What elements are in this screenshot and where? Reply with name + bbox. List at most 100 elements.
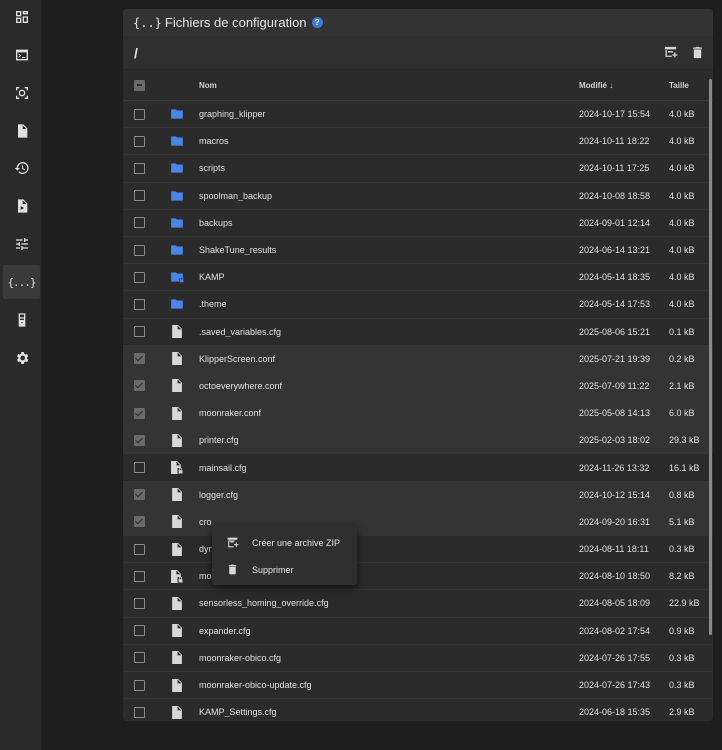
- table-row[interactable]: .theme 2024-05-14 17:53 4.0 kB: [123, 291, 713, 319]
- sidebar-item-gcode-files[interactable]: [3, 114, 40, 148]
- file-name: .theme: [199, 299, 227, 310]
- sidebar-item-webcam[interactable]: [3, 76, 40, 110]
- table-row[interactable]: moonraker-obico-update.cfg 2024-07-26 17:…: [123, 672, 713, 700]
- file-modified: 2025-07-09 11:22: [579, 380, 650, 391]
- file-icon: [155, 705, 199, 719]
- row-checkbox[interactable]: [133, 326, 145, 338]
- row-checkbox[interactable]: [133, 462, 145, 474]
- row-checkbox[interactable]: [133, 135, 145, 147]
- file-size: 22.9 kB: [669, 598, 700, 609]
- file-icon: [155, 488, 199, 502]
- sidebar-item-tune[interactable]: [3, 227, 40, 261]
- file-size: 4.0 kB: [669, 136, 695, 147]
- file-size: 0.9 kB: [669, 625, 695, 636]
- row-checkbox[interactable]: [133, 706, 145, 718]
- file-icon: [155, 352, 199, 366]
- trash-icon[interactable]: [690, 45, 705, 60]
- table-row[interactable]: macros 2024-10-11 18:22 4.0 kB: [123, 128, 713, 156]
- table-row[interactable]: moonraker-obico.cfg 2024-07-26 17:55 0.3 k…: [123, 645, 713, 672]
- file-size: 0.1 kB: [669, 326, 695, 337]
- table-row[interactable]: KAMP_Settings.cfg 2024-06-18 15:35 2.9 kB: [123, 699, 713, 721]
- config-braces-icon: {..}: [133, 15, 162, 30]
- table-row[interactable]: scripts 2024-10-11 17:25 4.0 kB: [123, 155, 713, 183]
- file-name: graphing_klipper: [199, 109, 266, 120]
- table-row[interactable]: expander.cfg 2024-08-02 17:54 0.9 kB: [123, 618, 713, 645]
- file-icon: [155, 406, 199, 420]
- file-name: octoeverywhere.conf: [199, 380, 283, 391]
- sidebar-item-settings[interactable]: [3, 341, 40, 375]
- table-row[interactable]: graphing_klipper 2024-10-17 15:54 4.0 kB: [123, 101, 713, 129]
- sidebar-item-console[interactable]: [3, 38, 40, 72]
- table-row[interactable]: ShakeTune_results 2024-06-14 13:21 4.0 kB: [123, 237, 713, 265]
- row-checkbox[interactable]: [133, 597, 145, 609]
- file-size: 0.2 kB: [669, 353, 695, 364]
- table-row[interactable]: KlipperScreen.conf 2025-07-21 19:39 0.2 kB: [123, 345, 713, 373]
- row-checkbox[interactable]: [133, 570, 145, 582]
- row-checkbox[interactable]: [133, 380, 145, 392]
- archive-plus-icon: [227, 537, 238, 548]
- file-modified: 2024-10-12 15:14: [579, 489, 651, 500]
- table-row[interactable]: spoolman_backup 2024-10-08 18:58 4.0 kB: [123, 183, 713, 210]
- panel-header: {..} Fichiers de configuration ?: [123, 9, 713, 36]
- select-all-checkbox[interactable]: [133, 79, 145, 91]
- row-checkbox[interactable]: [133, 434, 145, 446]
- row-checkbox[interactable]: [133, 108, 145, 120]
- file-icon: [155, 325, 199, 339]
- file-name: spoolman_backup: [199, 190, 273, 201]
- file-modified: 2024-07-26 17:43: [579, 680, 651, 691]
- sidebar-item-dashboard[interactable]: [3, 0, 40, 34]
- create-zip-item[interactable]: Créer une archive ZIP: [212, 529, 357, 556]
- file-modified: 2024-05-14 17:53: [579, 299, 651, 310]
- folder-icon: [155, 217, 199, 229]
- row-checkbox[interactable]: [133, 489, 145, 501]
- table-body: graphing_klipper 2024-10-17 15:54 4.0 kB ma…: [123, 101, 713, 721]
- file-icon: [155, 515, 199, 529]
- table-row[interactable]: .saved_variables.cfg 2025-08-06 15:21 0.1 …: [123, 319, 713, 346]
- table-row[interactable]: printer.cfg 2025-02-03 18:02 29.3 kB: [123, 427, 713, 455]
- table-row[interactable]: backups 2024-09-01 12:14 4.0 kB: [123, 210, 713, 237]
- file-size: 29.3 kB: [669, 435, 700, 446]
- sidebar-item-history[interactable]: [3, 151, 40, 185]
- file-name: sensorless_homing_override.cfg: [199, 598, 329, 609]
- file-icon: [155, 624, 199, 638]
- help-icon[interactable]: ?: [311, 17, 323, 28]
- sidebar-item-machine[interactable]: [3, 303, 40, 337]
- trash-icon: [228, 564, 236, 575]
- scrollbar[interactable]: [709, 79, 712, 635]
- gcode-files-icon: [17, 124, 27, 138]
- folder-lock-icon: [155, 271, 199, 283]
- column-name[interactable]: Nom: [199, 81, 579, 90]
- file-size: 4.0 kB: [669, 272, 695, 283]
- row-checkbox[interactable]: [133, 244, 145, 256]
- row-checkbox[interactable]: [133, 190, 145, 202]
- table-row[interactable]: mainsail.cfg 2024-11-26 13:32 16.1 kB: [123, 454, 713, 482]
- row-checkbox[interactable]: [133, 271, 145, 283]
- row-checkbox[interactable]: [133, 407, 145, 419]
- row-checkbox[interactable]: [133, 543, 145, 555]
- file-name: scripts: [199, 163, 226, 174]
- table-row[interactable]: sensorless_homing_override.cfg 2024-08-05…: [123, 590, 713, 618]
- row-checkbox[interactable]: [133, 162, 145, 174]
- row-checkbox[interactable]: [133, 652, 145, 664]
- row-checkbox[interactable]: [133, 217, 145, 229]
- file-modified: 2024-08-11 18:11: [579, 544, 649, 555]
- row-checkbox[interactable]: [133, 625, 145, 637]
- table-row[interactable]: octoeverywhere.conf 2025-07-09 11:22 2.1 k…: [123, 372, 713, 401]
- row-checkbox[interactable]: [133, 516, 145, 528]
- path-bar: /: [123, 36, 713, 70]
- create-zip-label: Créer une archive ZIP: [252, 537, 341, 548]
- column-size[interactable]: Taille: [669, 81, 713, 90]
- row-checkbox[interactable]: [133, 353, 145, 365]
- row-checkbox[interactable]: [133, 298, 145, 310]
- table-row[interactable]: moonraker.conf 2025-05-08 14:13 6.0 kB: [123, 400, 713, 428]
- row-checkbox[interactable]: [133, 679, 145, 691]
- table-row[interactable]: KAMP 2024-05-14 18:35 4.0 kB: [123, 264, 713, 292]
- table-header: Nom Modifié ↓ Taille: [123, 70, 713, 101]
- column-modified[interactable]: Modifié ↓: [579, 81, 669, 90]
- sidebar-item-config-braces[interactable]: {...}: [3, 265, 40, 299]
- delete-item[interactable]: Supprimer: [212, 556, 357, 583]
- folder-icon: [155, 190, 199, 202]
- table-row[interactable]: logger.cfg 2024-10-12 15:14 0.8 kB: [123, 481, 713, 509]
- sidebar-item-timelapse[interactable]: [3, 189, 40, 223]
- archive-plus-icon[interactable]: [663, 45, 678, 60]
